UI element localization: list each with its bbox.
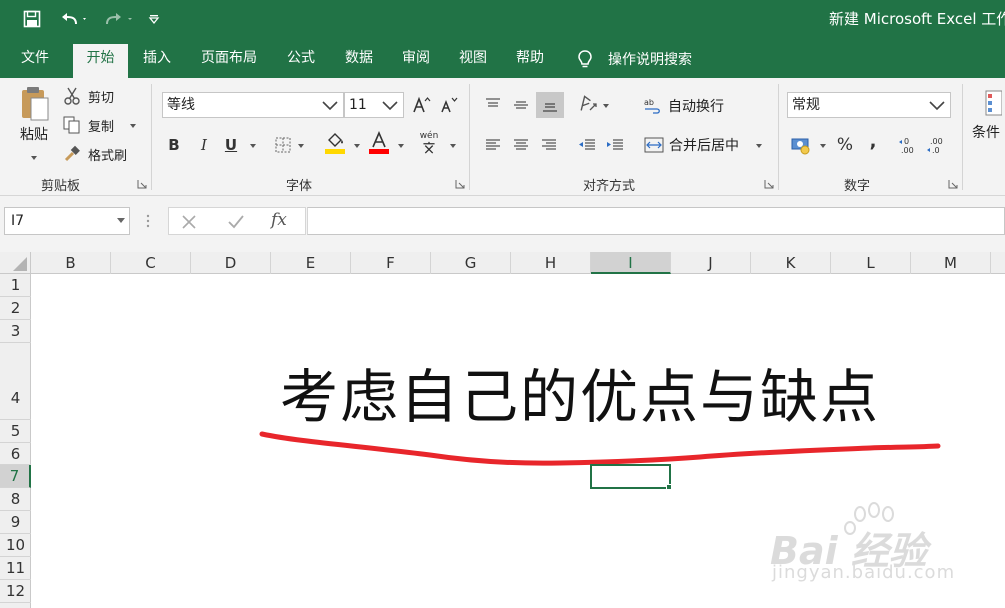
excel-window: 新建 Microsoft Excel 工作表 文件 开始 插入 页面布局 公式 …: [0, 0, 1005, 608]
fill-handle[interactable]: [666, 484, 672, 490]
baidu-jingyan-watermark: Bai 经验 jingyan.baidu.com: [770, 500, 992, 590]
active-cell-i7[interactable]: [590, 464, 671, 489]
watermark-url: jingyan.baidu.com: [772, 562, 956, 583]
